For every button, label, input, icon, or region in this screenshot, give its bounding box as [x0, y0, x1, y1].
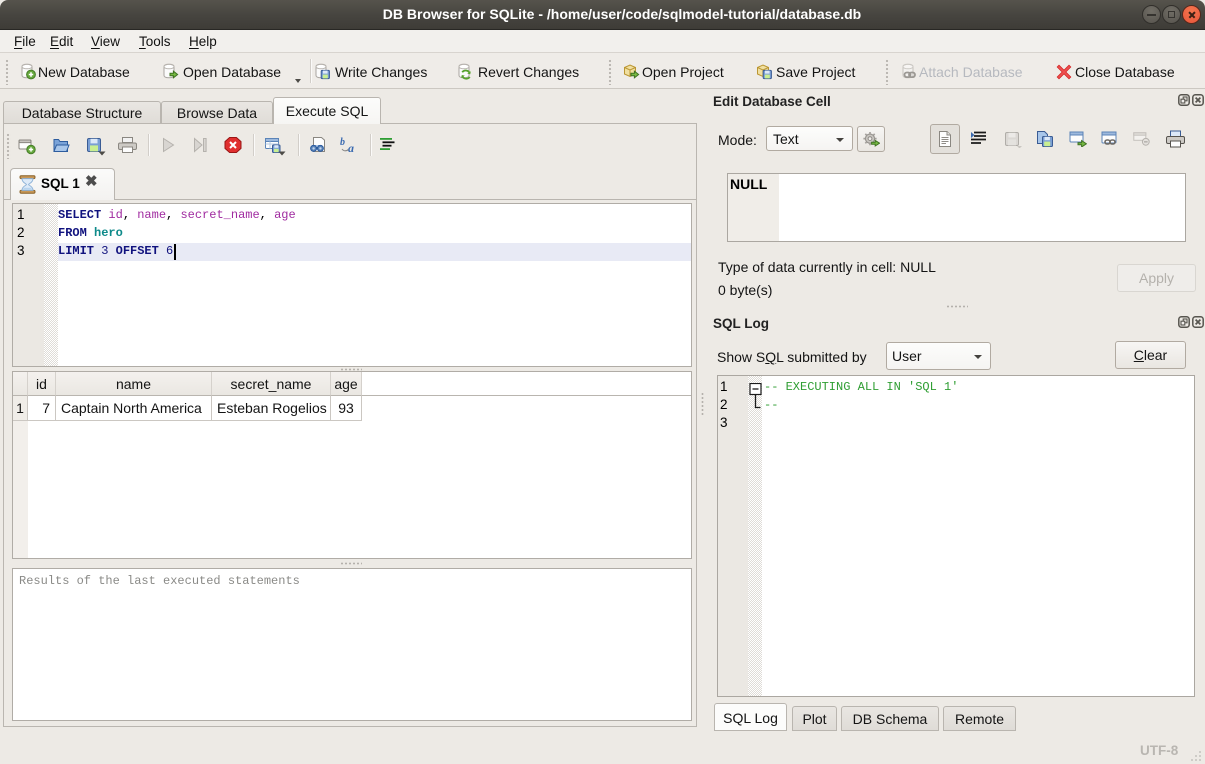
svg-text:a: a — [348, 141, 354, 154]
svg-text:b: b — [340, 137, 345, 148]
